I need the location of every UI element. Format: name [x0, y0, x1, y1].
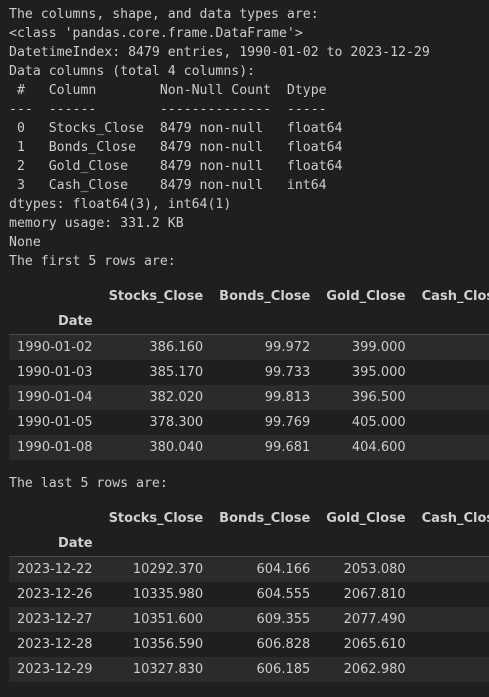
index-name-header: Date — [57, 314, 93, 329]
table-cell: 99.972 — [264, 340, 311, 355]
table-corner-cell — [9, 284, 101, 309]
info-line: The first 5 rows are: — [9, 254, 176, 269]
info-line: 2 Gold_Close 8479 non-null float64 — [9, 159, 343, 174]
column-header: Bonds_Close — [219, 289, 311, 304]
table-cell: 99.681 — [264, 440, 311, 455]
table-row: 1990-01-04 382.020 99.813 396.500 1 — [9, 385, 489, 410]
table-cell: 10292.370 — [132, 562, 204, 577]
table-row: 1990-01-02 386.160 99.972 399.000 1 — [9, 334, 489, 361]
table-cell: 404.600 — [351, 440, 406, 455]
table-cell: 1 — [414, 632, 489, 657]
info-line: memory usage: 331.2 KB — [9, 216, 184, 231]
table-cell: 2062.980 — [343, 662, 406, 677]
table-header-row: Stocks_Close Bonds_Close Gold_Close Cash… — [9, 506, 489, 531]
table-cell: 1 — [414, 607, 489, 632]
table-cell: 378.300 — [149, 415, 204, 430]
table-cell: 604.555 — [256, 587, 311, 602]
last-rows-caption: The last 5 rows are: — [9, 476, 168, 491]
info-line: --- ------ -------------- ----- — [9, 102, 343, 117]
table-row: 1990-01-05 378.300 99.769 405.000 1 — [9, 410, 489, 435]
row-index-date: 2023-12-27 — [17, 612, 93, 627]
table-cell: 99.769 — [264, 415, 311, 430]
row-index-date: 1990-01-04 — [17, 390, 93, 405]
table-cell: 1 — [414, 657, 489, 682]
info-line: None — [9, 235, 41, 250]
table-row: 2023-12-28 10356.590 606.828 2065.610 1 — [9, 632, 489, 657]
table-cell: 386.160 — [149, 340, 204, 355]
table-cell: 380.040 — [149, 440, 204, 455]
table-row: 2023-12-22 10292.370 604.166 2053.080 1 — [9, 556, 489, 583]
table-row: 2023-12-26 10335.980 604.555 2067.810 1 — [9, 582, 489, 607]
table-cell: 1 — [414, 360, 489, 385]
column-header: Gold_Close — [326, 511, 406, 526]
info-line: Data columns (total 4 columns): — [9, 64, 256, 79]
row-index-date: 1990-01-08 — [17, 440, 93, 455]
table-header-row: Stocks_Close Bonds_Close Gold_Close Cash… — [9, 284, 489, 309]
table-row: 2023-12-29 10327.830 606.185 2062.980 1 — [9, 657, 489, 682]
table-row: 2023-12-27 10351.600 609.355 2077.490 1 — [9, 607, 489, 632]
column-header: Bonds_Close — [219, 511, 311, 526]
table-cell: 382.020 — [149, 390, 204, 405]
row-index-date: 1990-01-02 — [17, 340, 93, 355]
table-cell: 10327.830 — [132, 662, 204, 677]
table-cell: 99.733 — [264, 365, 311, 380]
table-cell: 1 — [414, 582, 489, 607]
table-cell: 606.828 — [256, 637, 311, 652]
table-row: 1990-01-08 380.040 99.681 404.600 1 — [9, 435, 489, 460]
info-line: <class 'pandas.core.frame.DataFrame'> — [9, 26, 303, 41]
table-cell: 396.500 — [351, 390, 406, 405]
index-name-header: Date — [57, 536, 93, 551]
table-cell: 99.813 — [264, 390, 311, 405]
table-cell: 606.185 — [256, 662, 311, 677]
column-header: Gold_Close — [326, 289, 406, 304]
column-header: Stocks_Close — [108, 289, 204, 304]
row-index-date: 1990-01-03 — [17, 365, 93, 380]
table-cell: 385.170 — [149, 365, 204, 380]
table-cell: 10351.600 — [132, 612, 204, 627]
table-cell: 2053.080 — [343, 562, 406, 577]
table-cell: 2067.810 — [343, 587, 406, 602]
info-line: 1 Bonds_Close 8479 non-null float64 — [9, 140, 343, 155]
row-index-date: 2023-12-22 — [17, 562, 93, 577]
column-header: Cash_Close — [421, 289, 489, 304]
cell-output: The columns, shape, and data types are: … — [0, 0, 489, 682]
table-cell: 609.355 — [256, 612, 311, 627]
table-index-name-row: Date — [9, 309, 489, 335]
table-cell: 1 — [414, 410, 489, 435]
column-header: Stocks_Close — [108, 511, 204, 526]
table-cell: 405.000 — [351, 415, 406, 430]
table-cell: 1 — [414, 335, 489, 361]
column-header: Cash_Close — [421, 511, 489, 526]
info-line: 3 Cash_Close 8479 non-null int64 — [9, 178, 343, 193]
table-cell: 1 — [414, 385, 489, 410]
dataframe-tail-table: Stocks_Close Bonds_Close Gold_Close Cash… — [9, 506, 489, 682]
table-cell: 1 — [414, 435, 489, 460]
table-cell: 10335.980 — [132, 587, 204, 602]
table-cell: 399.000 — [351, 340, 406, 355]
row-index-date: 1990-01-05 — [17, 415, 93, 430]
row-index-date: 2023-12-26 — [17, 587, 93, 602]
info-line: 0 Stocks_Close 8479 non-null float64 — [9, 121, 343, 136]
table-cell: 1 — [414, 557, 489, 583]
table-index-name-row: Date — [9, 531, 489, 557]
row-index-date: 2023-12-29 — [17, 662, 93, 677]
table-cell: 2077.490 — [343, 612, 406, 627]
row-index-date: 2023-12-28 — [17, 637, 93, 652]
table-cell: 604.166 — [256, 562, 311, 577]
table-row: 1990-01-03 385.170 99.733 395.000 1 — [9, 360, 489, 385]
table-corner-cell — [9, 506, 101, 531]
table-cell: 395.000 — [351, 365, 406, 380]
info-line: dtypes: float64(3), int64(1) — [9, 197, 232, 212]
table-cell: 10356.590 — [132, 637, 204, 652]
info-line: # Column Non-Null Count Dtype — [9, 83, 343, 98]
info-line: The columns, shape, and data types are: — [9, 7, 319, 22]
info-text-block: The columns, shape, and data types are: … — [0, 0, 489, 271]
table-cell: 2065.610 — [343, 637, 406, 652]
dataframe-head-table: Stocks_Close Bonds_Close Gold_Close Cash… — [9, 284, 489, 460]
info-line: DatetimeIndex: 8479 entries, 1990-01-02 … — [9, 45, 430, 60]
